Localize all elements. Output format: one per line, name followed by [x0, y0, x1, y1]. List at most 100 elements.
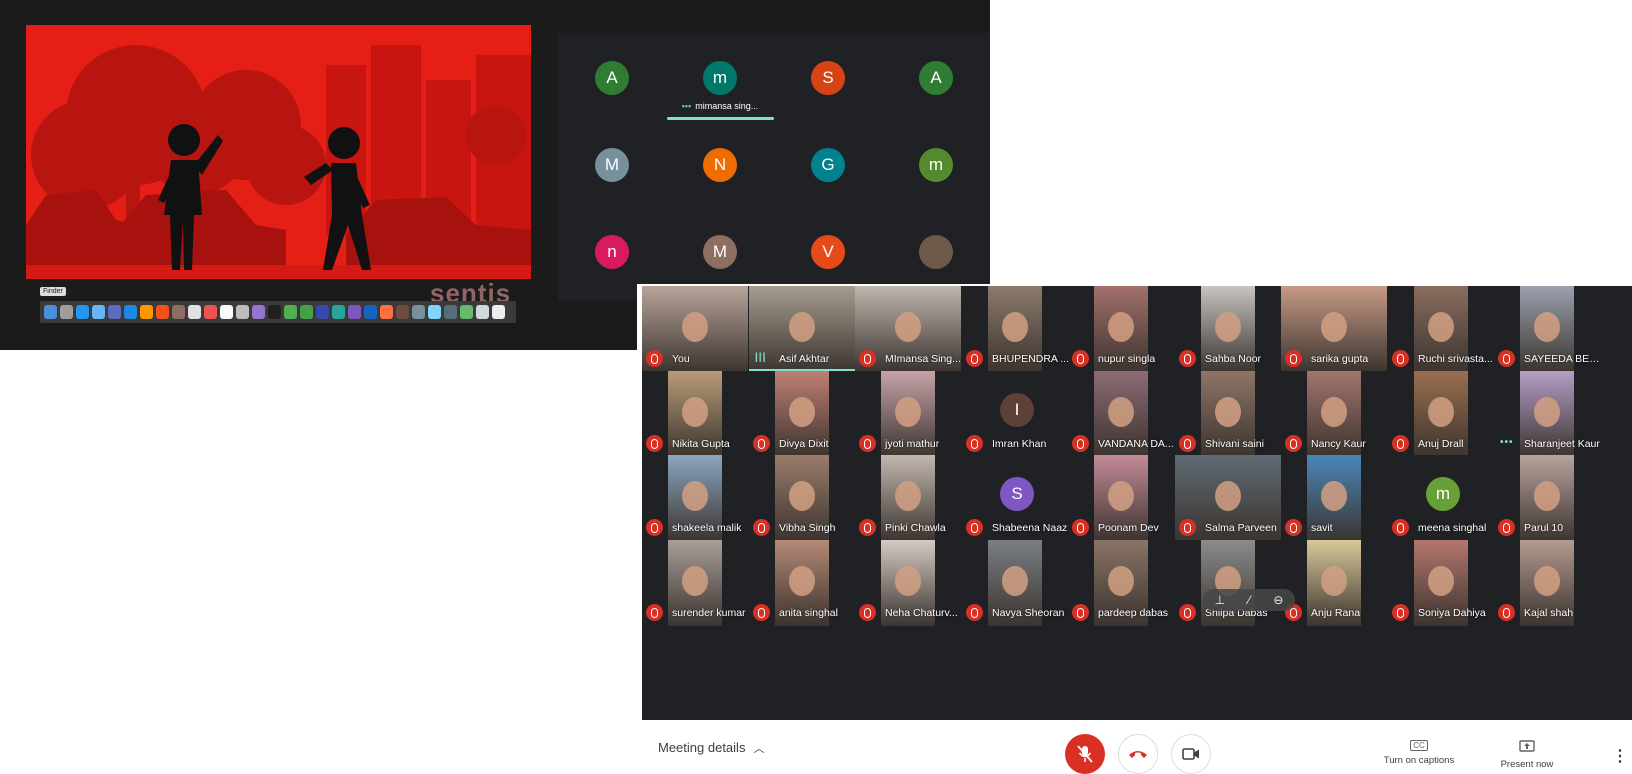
- dock-app-icon[interactable]: [188, 305, 201, 319]
- participant-tile[interactable]: nupur singla: [1068, 286, 1178, 372]
- dock-app-icon[interactable]: [60, 305, 73, 319]
- dock-app-icon[interactable]: [236, 305, 249, 319]
- present-now-button[interactable]: Present now: [1497, 740, 1557, 770]
- participant-tile[interactable]: You: [642, 286, 752, 372]
- participant-tile[interactable]: Nancy Kaur: [1281, 371, 1391, 457]
- meeting-details-button[interactable]: Meeting details ︿: [658, 740, 764, 756]
- dock-app-icon[interactable]: [204, 305, 217, 319]
- dock-app-icon[interactable]: [412, 305, 425, 319]
- more-options-icon[interactable]: ⋮: [1612, 746, 1628, 766]
- dock-app-icon[interactable]: [364, 305, 377, 319]
- participant-tile[interactable]: A: [882, 33, 990, 123]
- participant-tile[interactable]: Poonam Dev: [1068, 455, 1178, 541]
- present-label: Present now: [1500, 759, 1554, 770]
- dock-app-icon[interactable]: [92, 305, 105, 319]
- dock-app-icon[interactable]: [140, 305, 153, 319]
- participant-tile[interactable]: I Imran Khan: [962, 371, 1072, 457]
- participant-tile[interactable]: BHUPENDRA ...: [962, 286, 1072, 372]
- dock-app-icon[interactable]: [316, 305, 329, 319]
- mic-muted-icon: [966, 604, 983, 621]
- participant-tile[interactable]: Vibha Singh: [749, 455, 859, 541]
- participant-tile[interactable]: Ruchi srivasta...: [1388, 286, 1498, 372]
- participant-tile[interactable]: Anuj Drall: [1388, 371, 1498, 457]
- participant-tile[interactable]: S Shabeena Naaz: [962, 455, 1072, 541]
- dock-app-icon[interactable]: [124, 305, 137, 319]
- camera-toggle-button[interactable]: [1171, 734, 1211, 774]
- participant-tile[interactable]: sarika gupta: [1281, 286, 1391, 372]
- dock-app-icon[interactable]: [348, 305, 361, 319]
- participant-tile[interactable]: Parul 10: [1494, 455, 1604, 541]
- participant-name: Navya Sheoran: [992, 607, 1065, 619]
- dock-app-icon[interactable]: [220, 305, 233, 319]
- participant-tile[interactable]: surender kumar: [642, 540, 752, 626]
- turn-on-captions-button[interactable]: CC Turn on captions: [1377, 740, 1461, 766]
- participant-tile[interactable]: M: [558, 120, 666, 210]
- participant-tile[interactable]: Navya Sheoran: [962, 540, 1072, 626]
- participant-tile[interactable]: Divya Dixit: [749, 371, 859, 457]
- participant-face: [1108, 396, 1134, 427]
- participant-tile[interactable]: m meena singhal: [1388, 455, 1498, 541]
- participant-face: [1002, 311, 1028, 342]
- pin-icon[interactable]: ⊥: [1215, 593, 1225, 607]
- participant-tile[interactable]: N: [666, 120, 774, 210]
- dock-app-icon[interactable]: [284, 305, 297, 319]
- leave-call-button[interactable]: [1118, 734, 1158, 774]
- dock-app-icon[interactable]: [252, 305, 265, 319]
- dock-app-icon[interactable]: [332, 305, 345, 319]
- mute-icon[interactable]: ⁄: [1248, 593, 1250, 607]
- participant-tile[interactable]: A: [558, 33, 666, 123]
- participant-name: Pinki Chawla: [885, 522, 946, 534]
- participant-tile[interactable]: Shilpa Dabas: [1175, 540, 1285, 626]
- participant-name: anita singhal: [779, 607, 838, 619]
- participant-tile[interactable]: m: [882, 120, 990, 210]
- dock-app-icon[interactable]: [428, 305, 441, 319]
- meet-screenshot: You ||| Asif Akhtar MImansa Sing... BHUPENDR…: [637, 284, 1632, 774]
- participant-tile[interactable]: pardeep dabas: [1068, 540, 1178, 626]
- participant-tile[interactable]: Kajal shah: [1494, 540, 1604, 626]
- dock-app-icon[interactable]: [172, 305, 185, 319]
- participant-tile[interactable]: shakeela malik: [642, 455, 752, 541]
- microphone-toggle-button[interactable]: [1065, 734, 1105, 774]
- participant-tile[interactable]: MImansa Sing...: [855, 286, 965, 372]
- participant-tile[interactable]: savit: [1281, 455, 1391, 541]
- participant-name: Anju Rana: [1311, 607, 1361, 619]
- mic-muted-icon: [646, 519, 663, 536]
- tile-hover-controls[interactable]: ⊥ ⁄ ⊖: [1203, 589, 1295, 611]
- dock-app-icon[interactable]: [396, 305, 409, 319]
- participant-tile[interactable]: Anju Rana: [1281, 540, 1391, 626]
- mic-muted-icon: [1392, 604, 1409, 621]
- slide-illustration: [26, 25, 531, 279]
- dock-app-icon[interactable]: [76, 305, 89, 319]
- dock-app-icon[interactable]: [300, 305, 313, 319]
- participant-face: [1534, 396, 1560, 427]
- dock-app-icon[interactable]: [476, 305, 489, 319]
- remove-icon[interactable]: ⊖: [1273, 593, 1283, 607]
- participant-tile[interactable]: Sahba Noor: [1175, 286, 1285, 372]
- dock-app-icon[interactable]: [108, 305, 121, 319]
- dock-app-icon[interactable]: [492, 305, 505, 319]
- participant-tile[interactable]: Salma Parveen: [1175, 455, 1285, 541]
- participant-tile[interactable]: Soniya Dahiya: [1388, 540, 1498, 626]
- dock-app-icon[interactable]: [380, 305, 393, 319]
- dock-app-icon[interactable]: [460, 305, 473, 319]
- participant-tile[interactable]: Shivani saini: [1175, 371, 1285, 457]
- participant-tile[interactable]: ||| Asif Akhtar: [749, 286, 859, 372]
- participant-tile[interactable]: Neha Chaturv...: [855, 540, 965, 626]
- participant-tile[interactable]: S: [774, 33, 882, 123]
- participant-tile[interactable]: jyoti mathur: [855, 371, 965, 457]
- participant-tile[interactable]: VANDANA DA...: [1068, 371, 1178, 457]
- participant-name: Sahba Noor: [1205, 353, 1262, 365]
- participant-tile[interactable]: Nikita Gupta: [642, 371, 752, 457]
- participant-avatar: S: [1000, 477, 1034, 511]
- participant-tile[interactable]: anita singhal: [749, 540, 859, 626]
- dock-app-icon[interactable]: [268, 305, 281, 319]
- dock-app-icon[interactable]: [44, 305, 57, 319]
- participant-tile[interactable]: ••• Sharanjeet Kaur: [1494, 371, 1604, 457]
- participant-tile[interactable]: SAYEEDA BEG...: [1494, 286, 1604, 372]
- participant-tile[interactable]: G: [774, 120, 882, 210]
- dock-app-icon[interactable]: [444, 305, 457, 319]
- participant-tile[interactable]: Pinki Chawla: [855, 455, 965, 541]
- dock-app-icon[interactable]: [156, 305, 169, 319]
- participant-avatar: A: [919, 61, 953, 95]
- mic-muted-icon: [1498, 519, 1515, 536]
